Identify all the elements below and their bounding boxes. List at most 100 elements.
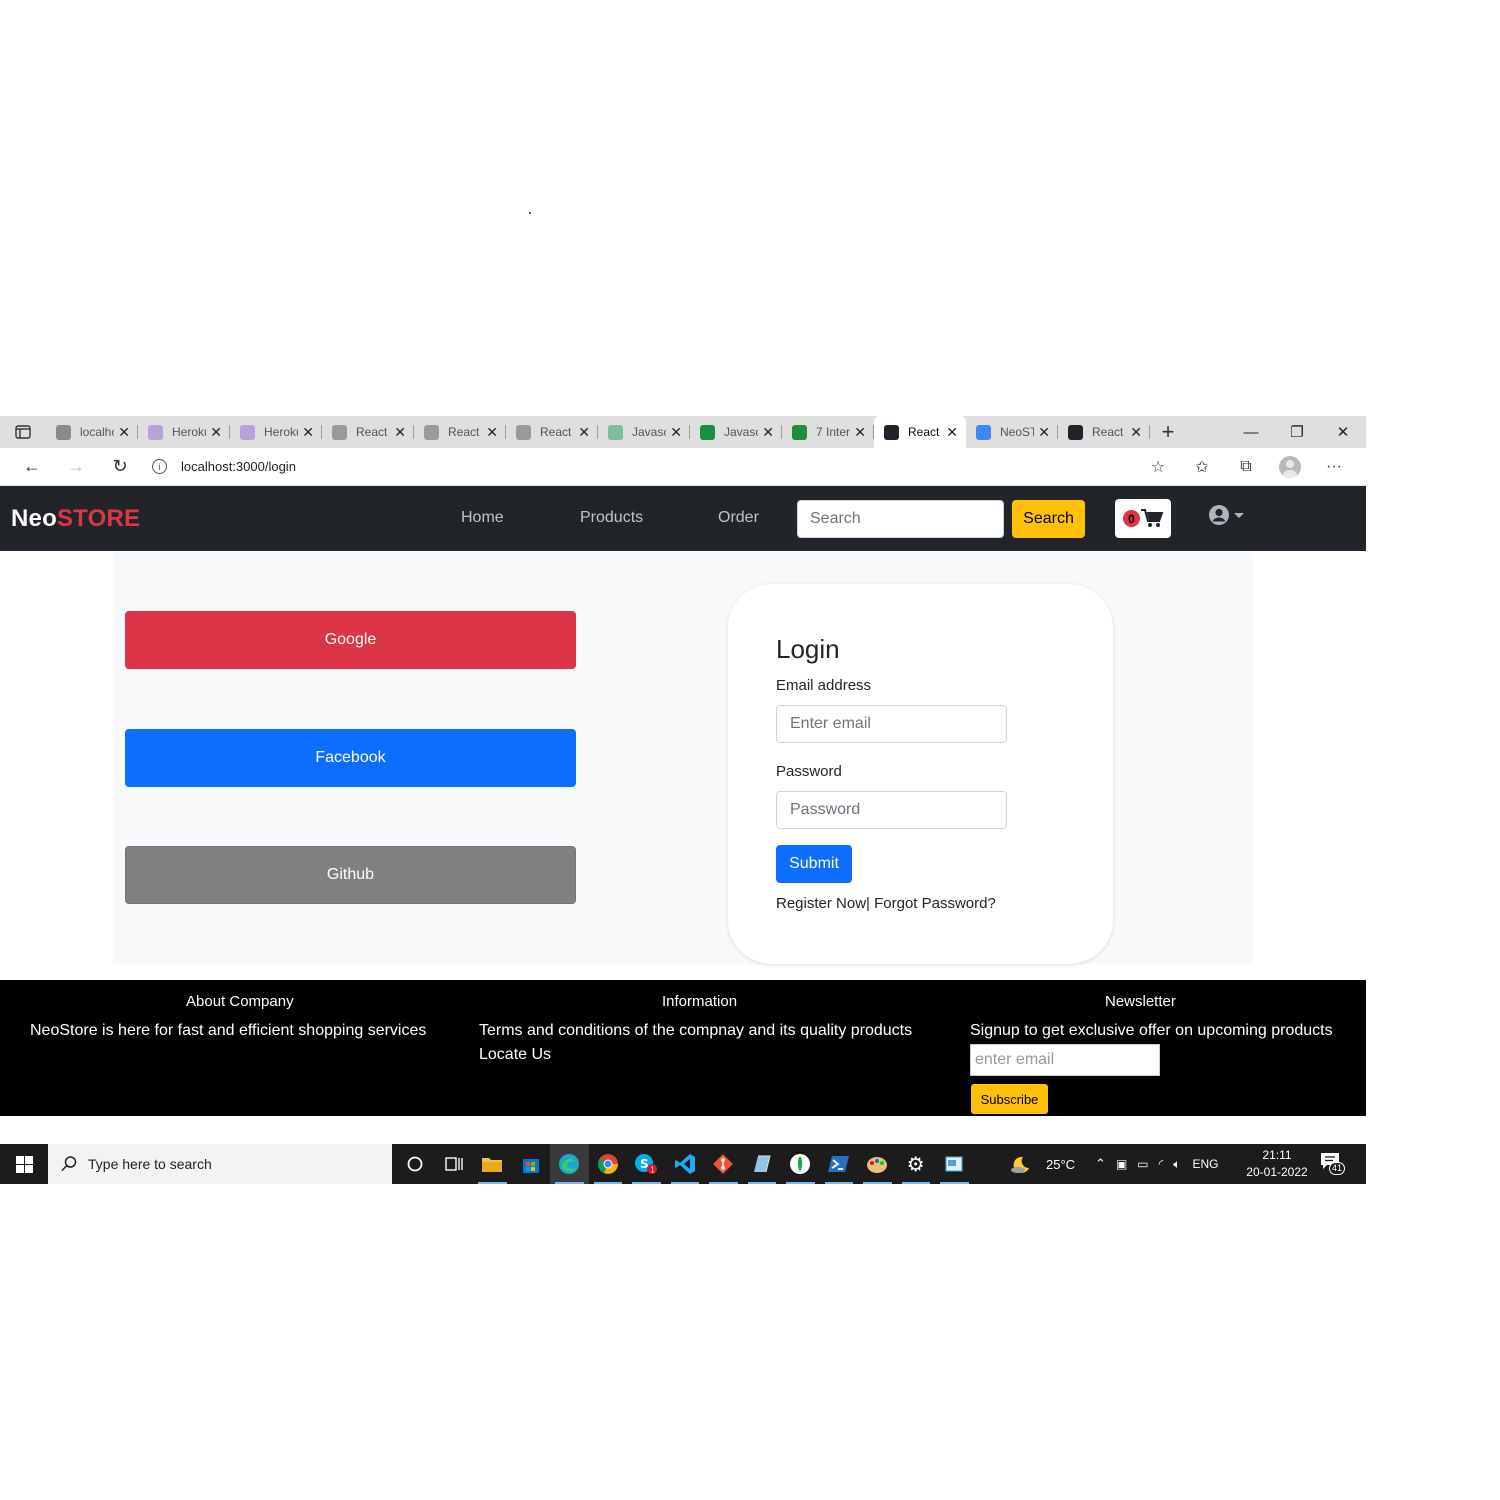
window-close-icon[interactable]: ✕ xyxy=(1320,416,1366,448)
password-field[interactable]: Password xyxy=(776,791,1007,829)
brand-logo[interactable]: NeoSTORE xyxy=(11,505,140,533)
more-icon: ··· xyxy=(1326,457,1342,475)
browser-tab[interactable]: localhost ✕ xyxy=(46,416,138,448)
minimize-icon[interactable]: — xyxy=(1228,416,1274,448)
settings-button[interactable]: ⚙ xyxy=(897,1144,936,1184)
facebook-login-button[interactable]: Facebook xyxy=(125,729,576,787)
restore-icon[interactable]: ❐ xyxy=(1274,416,1320,448)
skype-badge: 1 xyxy=(650,1166,655,1175)
weather-temp[interactable]: 25°C xyxy=(1046,1157,1075,1172)
tab-close-icon[interactable]: ✕ xyxy=(118,424,130,441)
forward-button[interactable]: → xyxy=(54,451,98,483)
newsletter-email-input[interactable]: enter email xyxy=(970,1044,1160,1076)
tab-close-icon[interactable]: ✕ xyxy=(302,424,314,441)
mongodb-icon xyxy=(790,1154,811,1174)
cortana-button[interactable] xyxy=(396,1144,435,1184)
browser-tab[interactable]: React ✕ xyxy=(874,416,966,448)
mongodb-button[interactable] xyxy=(781,1144,820,1184)
file-explorer-button[interactable] xyxy=(473,1144,512,1184)
site-info-icon[interactable]: i xyxy=(152,459,167,474)
tab-close-icon[interactable]: ✕ xyxy=(1130,424,1142,441)
vscode-button[interactable] xyxy=(666,1144,705,1184)
start-button[interactable] xyxy=(0,1144,48,1184)
tab-list: localhost✕Heroku✕Heroku✕React✕React✕Reac… xyxy=(46,416,1150,448)
subscribe-button[interactable]: Subscribe xyxy=(971,1084,1048,1114)
github-login-button[interactable]: Github xyxy=(125,846,576,904)
url-text: localhost:3000/login xyxy=(181,459,296,474)
collections-icon: ⧉ xyxy=(1240,457,1252,475)
paint-button[interactable] xyxy=(858,1144,897,1184)
back-button[interactable]: ← xyxy=(10,451,54,483)
taskbar-search-box[interactable]: Type here to search xyxy=(48,1144,392,1184)
google-login-button[interactable]: Google xyxy=(125,611,576,669)
browser-tab[interactable]: Javascript ✕ xyxy=(690,416,782,448)
nav-order-link[interactable]: Order xyxy=(718,509,759,527)
user-dropdown[interactable] xyxy=(1208,504,1245,526)
email-field[interactable]: Enter email xyxy=(776,705,1007,743)
nav-products-link[interactable]: Products xyxy=(580,509,643,527)
task-view-button[interactable] xyxy=(435,1144,474,1184)
tab-title: localhost xyxy=(80,425,114,439)
cart-button[interactable]: 0 xyxy=(1115,499,1171,538)
snip-button[interactable] xyxy=(935,1144,974,1184)
locate-us-link[interactable]: Locate Us xyxy=(479,1046,551,1064)
search-button[interactable]: Search xyxy=(1012,500,1085,538)
tab-close-icon[interactable]: ✕ xyxy=(210,424,222,441)
settings-more-button[interactable]: ··· xyxy=(1312,451,1356,483)
login-page-container: Google Facebook Github Login Email addre… xyxy=(113,552,1253,964)
tab-title: React xyxy=(356,425,388,439)
taskbar-clock[interactable]: 21:11 20-01-2022 xyxy=(1244,1147,1310,1181)
browser-tab[interactable]: NeoSTORE✕ xyxy=(966,416,1058,448)
chrome-button[interactable] xyxy=(589,1144,628,1184)
submit-button[interactable]: Submit xyxy=(776,845,852,883)
collections-button[interactable]: ⧉ xyxy=(1224,451,1268,483)
taskbar-search-placeholder: Type here to search xyxy=(88,1156,212,1172)
browser-tab[interactable]: React ✕ xyxy=(322,416,414,448)
add-favorite-button[interactable]: ☆ xyxy=(1136,451,1180,483)
url-field[interactable]: i localhost:3000/login xyxy=(142,452,1136,482)
browser-tab[interactable]: Javascript ✕ xyxy=(598,416,690,448)
browser-tab[interactable]: Heroku ✕ xyxy=(138,416,230,448)
tab-close-icon[interactable]: ✕ xyxy=(670,424,682,441)
nav-home-link[interactable]: Home xyxy=(461,509,504,527)
browser-tab[interactable]: React ✕ xyxy=(1058,416,1150,448)
skype-button[interactable]: S1 xyxy=(627,1144,666,1184)
tab-actions-button[interactable] xyxy=(0,416,46,448)
profile-button[interactable] xyxy=(1268,451,1312,483)
chevron-up-icon[interactable]: ⌃ xyxy=(1095,1156,1106,1172)
tab-close-icon[interactable]: ✕ xyxy=(394,424,406,441)
terms-link[interactable]: Terms and conditions of the compnay and … xyxy=(479,1022,912,1040)
search-input[interactable]: Search xyxy=(797,500,1004,538)
volume-icon[interactable]: 🔈︎ xyxy=(1173,1157,1180,1172)
language-indicator[interactable]: ENG xyxy=(1193,1157,1219,1171)
browser-tab[interactable]: 7 Interview✕ xyxy=(782,416,874,448)
browser-tab[interactable]: React ✕ xyxy=(414,416,506,448)
wifi-icon[interactable]: ◜ xyxy=(1159,1157,1164,1171)
tab-close-icon[interactable]: ✕ xyxy=(486,424,498,441)
tab-title: Heroku xyxy=(172,425,206,439)
action-center-button[interactable]: 41 xyxy=(1320,1152,1348,1176)
docs-icon xyxy=(976,424,991,440)
refresh-button[interactable]: ↻ xyxy=(98,451,142,483)
register-now-link[interactable]: Register Now xyxy=(776,895,866,912)
browser-tab[interactable]: React ✕ xyxy=(506,416,598,448)
browser-tab[interactable]: Heroku ✕ xyxy=(230,416,322,448)
password-label: Password xyxy=(776,763,842,780)
weather-moon-icon[interactable] xyxy=(1010,1154,1032,1174)
edge-button[interactable] xyxy=(550,1144,589,1184)
tab-close-icon[interactable]: ✕ xyxy=(854,424,866,441)
git-button[interactable] xyxy=(704,1144,743,1184)
tab-close-icon[interactable]: ✕ xyxy=(1038,424,1050,441)
meet-now-icon[interactable]: ▣ xyxy=(1116,1157,1127,1171)
sheet-icon xyxy=(700,424,715,440)
tab-close-icon[interactable]: ✕ xyxy=(762,424,774,441)
store-button[interactable] xyxy=(512,1144,551,1184)
forgot-password-link[interactable]: Forgot Password? xyxy=(870,895,996,912)
powershell-button[interactable] xyxy=(820,1144,859,1184)
new-tab-button[interactable]: + xyxy=(1150,416,1186,448)
tab-close-icon[interactable]: ✕ xyxy=(946,424,958,441)
battery-icon[interactable]: ▭ xyxy=(1137,1157,1148,1171)
notepad-button[interactable] xyxy=(743,1144,782,1184)
tab-close-icon[interactable]: ✕ xyxy=(578,424,590,441)
favorites-button[interactable]: ✩ xyxy=(1180,451,1224,483)
